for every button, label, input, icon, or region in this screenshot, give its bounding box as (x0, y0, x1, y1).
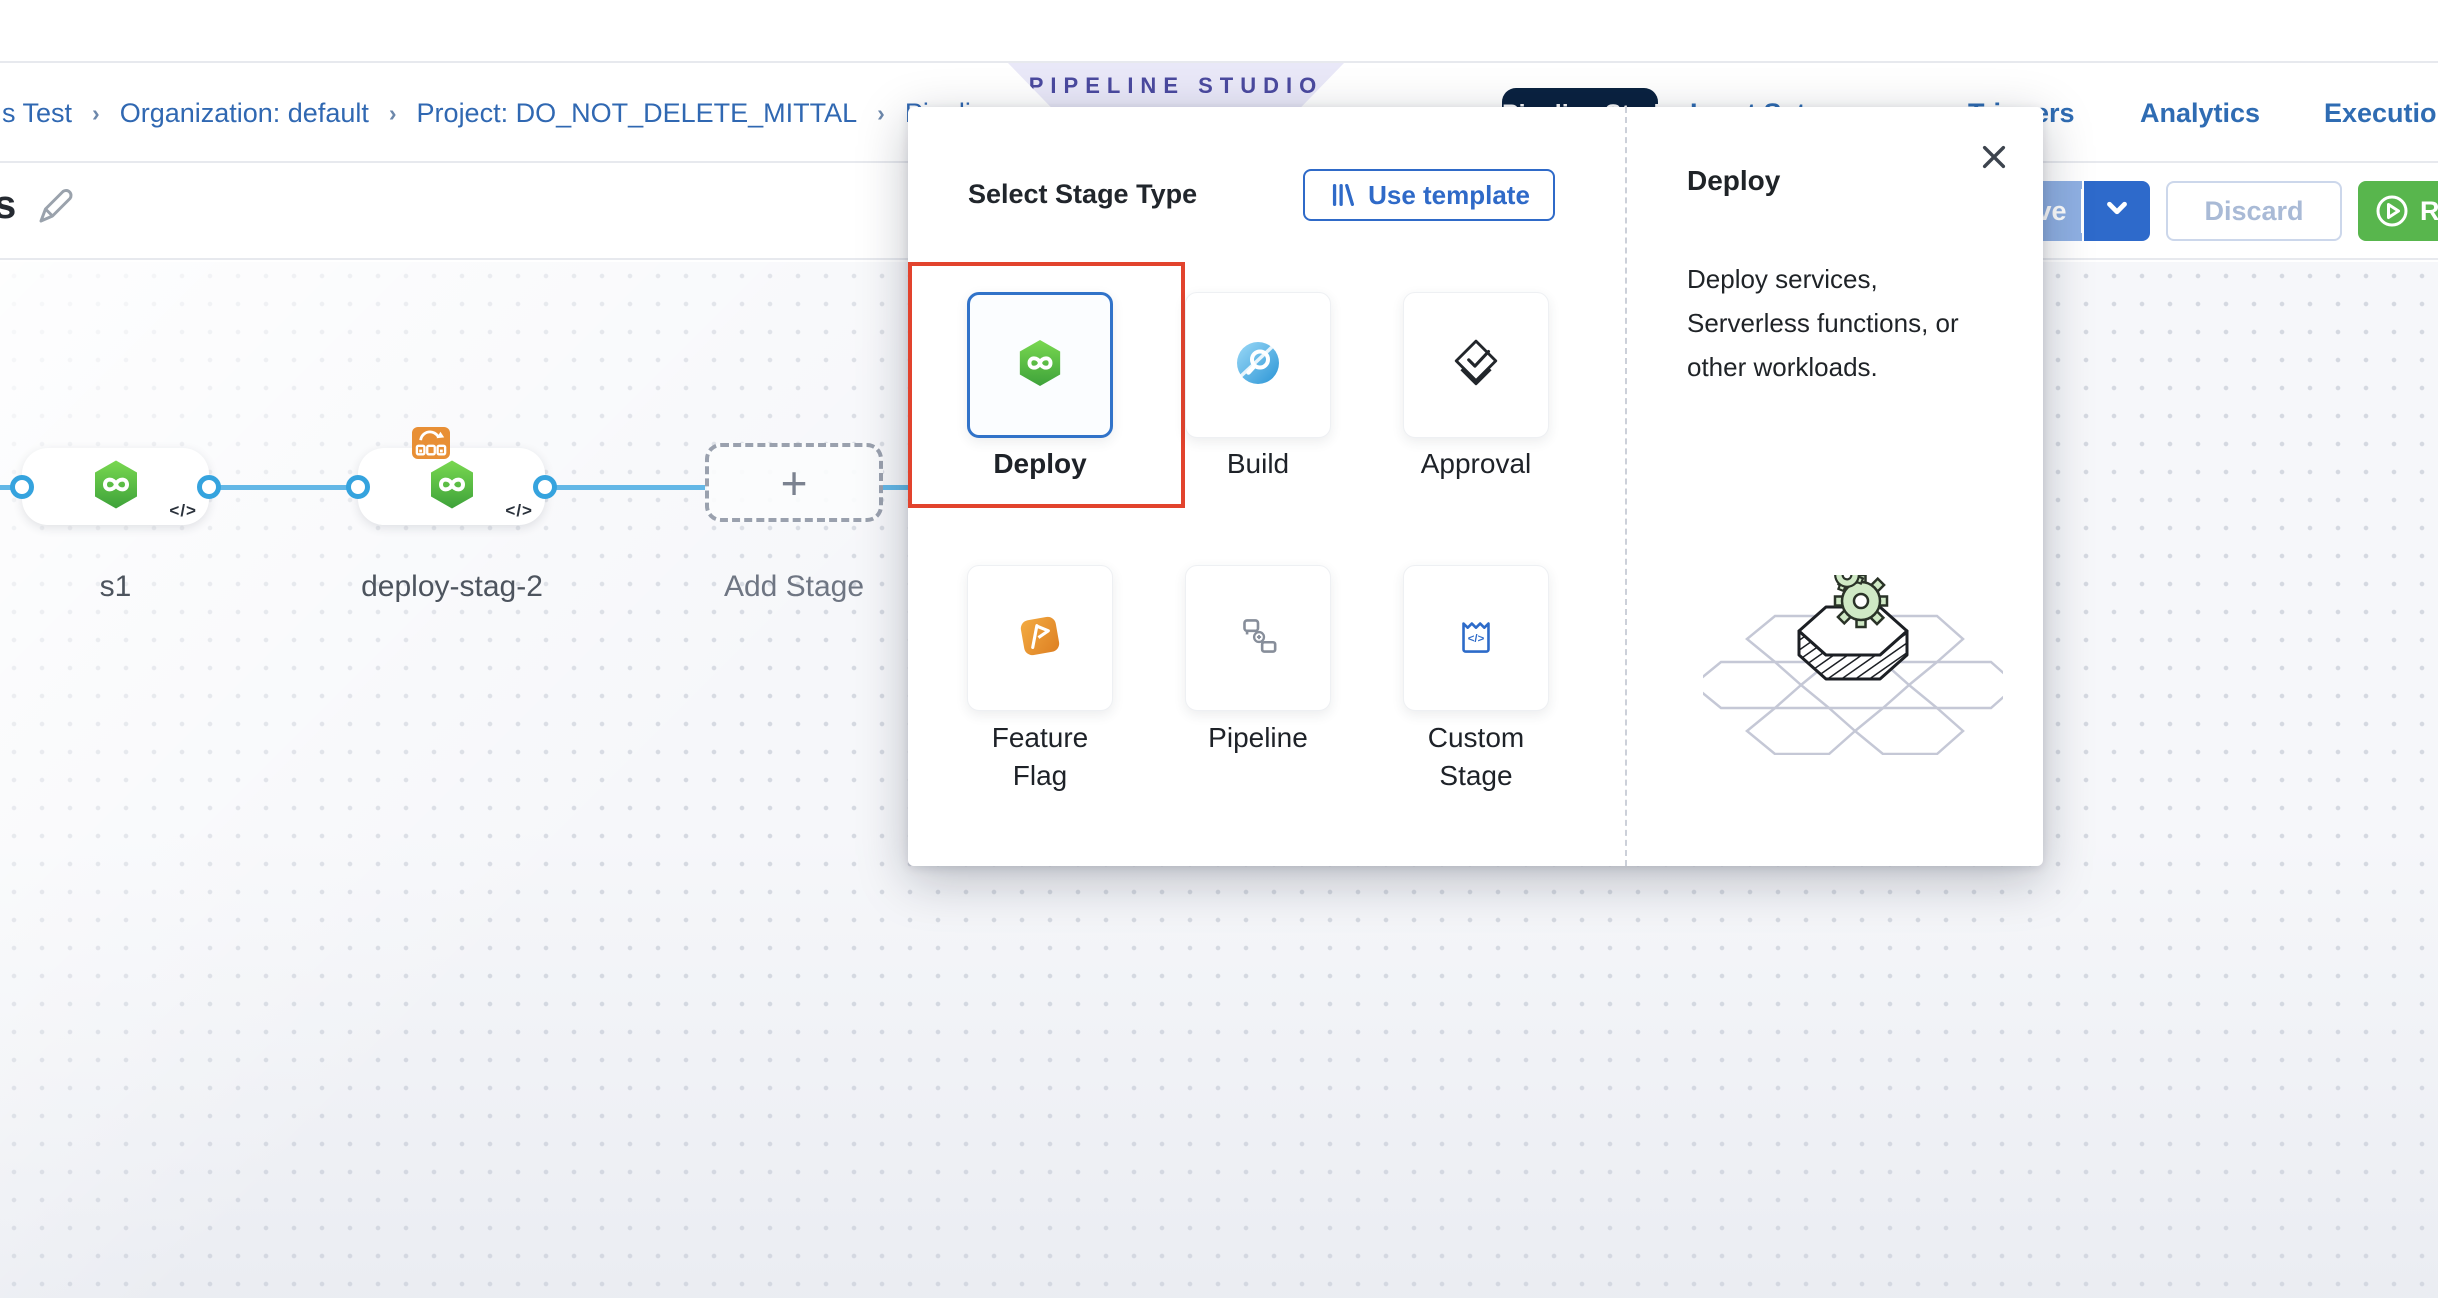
stage-type-label: Feature Flag (965, 719, 1115, 795)
breadcrumb-separator: › (92, 100, 100, 127)
feature-flag-icon (1014, 610, 1066, 667)
details-panel-description: Deploy services, Serverless functions, o… (1687, 257, 1977, 389)
svg-text:</>: </> (1468, 633, 1485, 645)
cd-hexagon-icon (1016, 336, 1064, 395)
top-strip (0, 0, 2438, 63)
stage-type-label: Approval (1367, 445, 1585, 483)
chevron-down-icon (2100, 191, 2134, 232)
stage-type-card-feature-flag[interactable] (967, 565, 1113, 711)
stage-type-label: Deploy (931, 445, 1149, 483)
plus-icon: + (781, 456, 808, 510)
use-template-label: Use template (1368, 180, 1530, 211)
stage-label: deploy-stag-2 (352, 570, 552, 604)
stage-port[interactable] (10, 475, 34, 499)
stage-type-card-custom[interactable]: </> (1403, 565, 1549, 711)
run-button[interactable]: Run (2358, 181, 2438, 241)
stage-type-card-deploy[interactable] (967, 292, 1113, 438)
custom-stage-icon: </> (1450, 610, 1502, 667)
play-circle-icon (2374, 193, 2410, 229)
pipeline-name: s (0, 183, 16, 228)
run-button-label: Run (2420, 196, 2438, 227)
breadcrumb-account[interactable]: s Test (2, 98, 72, 129)
connector-line (207, 485, 360, 490)
discard-button[interactable]: Discard (2166, 181, 2342, 241)
stage-type-card-approval[interactable] (1403, 292, 1549, 438)
pipeline-icon (1232, 610, 1284, 667)
stage-type-card-pipeline[interactable] (1185, 565, 1331, 711)
cd-hexagon-icon (91, 456, 141, 517)
stage-node-s1[interactable]: </> (22, 448, 209, 525)
select-stage-type-modal: Select Stage Type Use template (908, 107, 2043, 866)
ci-build-icon (1233, 338, 1283, 393)
modal-divider (1625, 107, 1627, 866)
approval-icon (1450, 337, 1502, 394)
cd-hexagon-icon (427, 456, 477, 517)
use-template-button[interactable]: Use template (1303, 169, 1555, 221)
stage-type-label: Build (1149, 445, 1367, 483)
add-stage-label: Add Stage (705, 570, 883, 604)
stage-label: s1 (22, 570, 209, 604)
edit-pencil-icon[interactable] (34, 187, 74, 227)
close-icon[interactable] (1974, 137, 2014, 177)
add-stage-button[interactable]: + (705, 443, 883, 522)
modal-title: Select Stage Type (968, 179, 1197, 210)
breadcrumb-separator: › (389, 100, 397, 127)
stage-node-deploy-stag-2[interactable]: </> (358, 448, 545, 525)
breadcrumb-project[interactable]: Project: DO_NOT_DELETE_MITTAL (417, 98, 858, 129)
deploy-illustration (1703, 575, 2003, 760)
yaml-code-icon[interactable]: </> (169, 501, 197, 521)
stage-port[interactable] (533, 475, 557, 499)
nav-executions[interactable]: Executions (2324, 98, 2438, 129)
breadcrumb-separator: › (877, 100, 885, 127)
pipeline-studio-banner: PIPELINE STUDIO (1008, 63, 1344, 108)
stage-type-card-build[interactable] (1185, 292, 1331, 438)
details-panel-title: Deploy (1687, 165, 1780, 197)
breadcrumb-organization[interactable]: Organization: default (120, 98, 369, 129)
stage-type-label: Pipeline (1149, 719, 1367, 757)
breadcrumb: s Test › Organization: default › Project… (2, 65, 1001, 161)
stage-port[interactable] (346, 475, 370, 499)
connector-line (543, 485, 707, 490)
stage-port[interactable] (197, 475, 221, 499)
yaml-code-icon[interactable]: </> (505, 501, 533, 521)
nav-analytics[interactable]: Analytics (2140, 98, 2260, 129)
template-library-icon (1328, 180, 1358, 210)
save-dropdown-button[interactable] (2084, 181, 2150, 241)
looping-deploy-badge-icon (412, 427, 450, 459)
stage-type-label: Custom Stage (1401, 719, 1551, 795)
